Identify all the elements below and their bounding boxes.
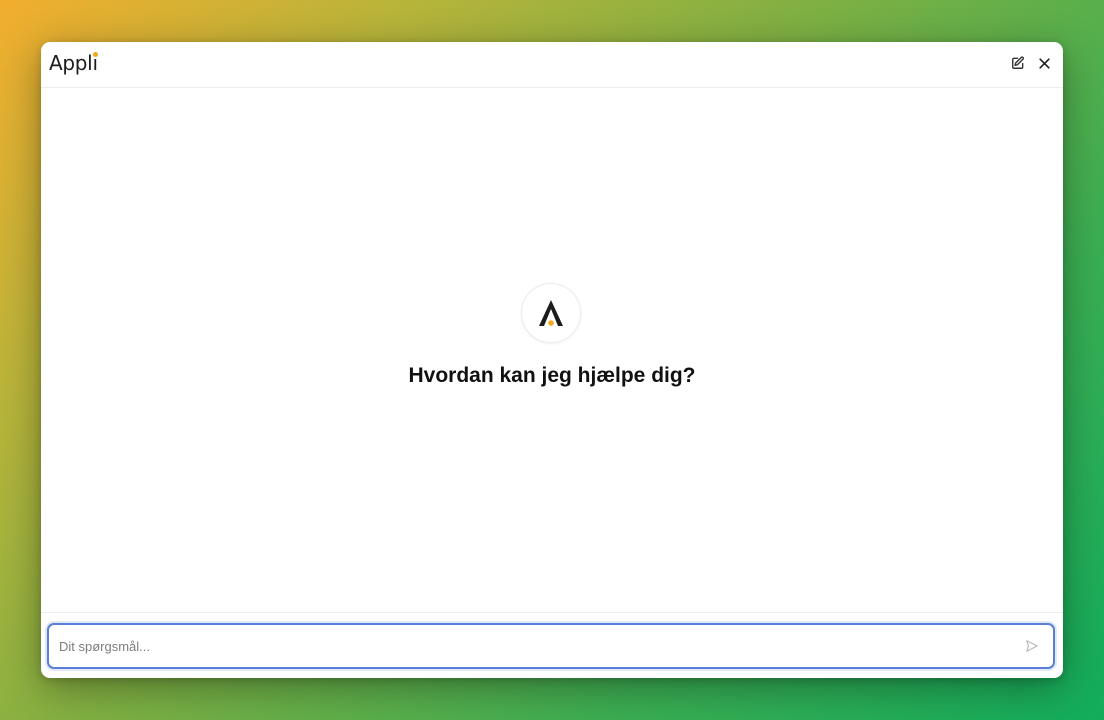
close-button[interactable] — [1035, 54, 1053, 72]
question-input[interactable] — [59, 625, 1009, 667]
chat-window: Appl ı Hvordan kan jeg hjælpe dig? — [41, 42, 1063, 678]
logo-text: Appl — [49, 51, 93, 75]
new-chat-button[interactable] — [1009, 54, 1027, 72]
chat-header: Appl ı — [41, 42, 1063, 88]
applai-logo: Appl ı — [49, 51, 98, 75]
edit-icon — [1012, 56, 1024, 69]
assistant-avatar — [521, 283, 581, 343]
composer — [47, 623, 1055, 669]
logo-dot — [92, 52, 98, 57]
applai-a-icon — [539, 300, 563, 326]
chat-footer — [41, 612, 1063, 678]
send-button[interactable] — [1023, 637, 1041, 655]
header-actions — [1009, 54, 1053, 72]
logo-i-letter: ı — [92, 51, 98, 75]
greeting-heading: Hvordan kan jeg hjælpe dig? — [408, 364, 696, 387]
close-icon — [1038, 57, 1050, 69]
chat-main: Hvordan kan jeg hjælpe dig? — [41, 88, 1063, 612]
send-icon — [1026, 640, 1038, 652]
